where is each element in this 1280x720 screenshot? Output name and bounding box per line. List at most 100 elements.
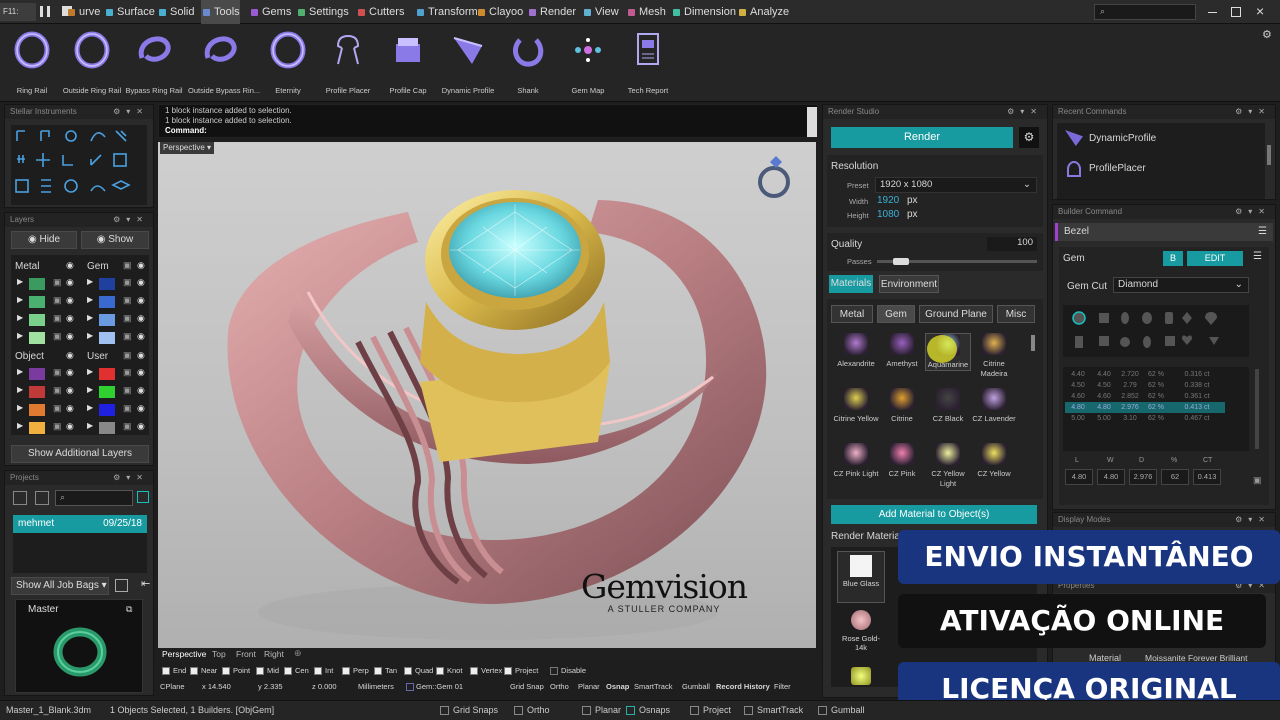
mode-toggle-smarttrack[interactable]: SmartTrack xyxy=(634,682,672,691)
tool-shank[interactable]: Shank xyxy=(496,28,560,100)
gem-material-cz-yellow[interactable]: CZ Yellow xyxy=(971,443,1017,479)
tool-profile-placer[interactable]: Profile Placer xyxy=(316,28,380,100)
list-view-icon[interactable] xyxy=(35,491,49,505)
menu-item-tools[interactable]: Tools xyxy=(201,0,240,24)
layer-color-swatch[interactable] xyxy=(29,404,45,416)
eye-icon[interactable]: ◉ xyxy=(137,350,145,361)
height-value[interactable]: 1080 xyxy=(877,209,899,220)
eye-icon[interactable]: ◉ xyxy=(137,403,145,414)
lock-icon[interactable]: ▣ xyxy=(123,367,132,378)
recent-scrollbar[interactable] xyxy=(1267,145,1271,165)
gem-material-cz-lavender[interactable]: CZ Lavender xyxy=(971,388,1017,424)
lock-icon[interactable]: ▣ xyxy=(123,277,132,288)
osnap-checkbox[interactable] xyxy=(550,667,558,675)
tool-icons-svg[interactable] xyxy=(11,125,147,205)
osnap-checkbox[interactable] xyxy=(374,667,382,675)
job-bag-add-icon[interactable] xyxy=(115,579,128,592)
layer-color-swatch[interactable] xyxy=(99,386,115,398)
table-row[interactable]: 4.50 4.50 2.79 62 % 0.338 ct xyxy=(1065,380,1225,391)
expand-arrow-icon[interactable]: ▶ xyxy=(17,367,23,376)
menu-item-transform[interactable]: Transform xyxy=(415,0,478,24)
menu-item-render[interactable]: Render xyxy=(527,0,576,24)
status-toggle-checkbox[interactable] xyxy=(690,706,699,715)
eye-icon[interactable]: ◉ xyxy=(137,277,145,288)
material-blue-glass[interactable]: Blue Glass xyxy=(837,551,885,603)
menu-icon[interactable]: ☰ xyxy=(1258,223,1267,241)
command-prompt[interactable]: Command: xyxy=(165,126,207,135)
recent-command-item[interactable]: DynamicProfile xyxy=(1089,133,1156,144)
show-additional-layers-button[interactable]: Show Additional Layers xyxy=(11,445,149,463)
menu-item-surface[interactable]: Surface xyxy=(104,0,155,24)
expand-arrow-icon[interactable]: ▶ xyxy=(87,421,93,430)
lock-icon[interactable]: ▣ xyxy=(123,295,132,306)
pause-icon[interactable] xyxy=(40,6,50,17)
b-button[interactable]: B xyxy=(1163,251,1183,266)
status-toggle-checkbox[interactable] xyxy=(626,706,635,715)
new-project-icon[interactable] xyxy=(137,491,149,503)
gem-material-cz-black[interactable]: CZ Black xyxy=(925,388,971,424)
eye-icon[interactable]: ◉ xyxy=(137,421,145,432)
lock-icon[interactable]: ▣ xyxy=(53,277,62,288)
maximize-icon[interactable] xyxy=(1231,7,1241,17)
osnap-checkbox[interactable] xyxy=(342,667,350,675)
mode-toggle-planar[interactable]: Planar xyxy=(578,682,600,691)
expand-arrow-icon[interactable]: ▶ xyxy=(17,313,23,322)
layer-color-swatch[interactable] xyxy=(99,404,115,416)
lock-icon[interactable]: ▣ xyxy=(53,367,62,378)
project-row[interactable]: mehmet 09/25/18 xyxy=(13,515,147,533)
layer-color-swatch[interactable] xyxy=(99,278,115,290)
subtab-gem[interactable]: Gem xyxy=(877,305,915,323)
expand-arrow-icon[interactable]: ▶ xyxy=(87,313,93,322)
eye-icon[interactable]: ◉ xyxy=(66,277,74,288)
gem-material-cz-yellow-light[interactable]: CZ Yellow Light xyxy=(925,443,971,489)
menu-search-input[interactable]: ⌕ xyxy=(1094,4,1196,20)
gem-material-amethyst[interactable]: Amethyst xyxy=(879,333,925,369)
expand-arrow-icon[interactable]: ▶ xyxy=(17,277,23,286)
eye-icon[interactable]: ◉ xyxy=(66,260,74,271)
layer-color-swatch[interactable] xyxy=(29,278,45,290)
status-toggle-project[interactable]: Project xyxy=(703,705,731,715)
osnap-checkbox[interactable] xyxy=(470,667,478,675)
gem-shape-grid[interactable] xyxy=(1063,305,1249,357)
subtab-misc[interactable]: Misc xyxy=(997,305,1035,323)
gem-shape-icons[interactable] xyxy=(1063,305,1249,357)
mode-toggle-record-history[interactable]: Record History xyxy=(716,682,770,691)
menu-item-settings[interactable]: Settings xyxy=(296,0,349,24)
viewport-tab-front[interactable]: Front xyxy=(236,649,256,659)
expand-arrow-icon[interactable]: ▶ xyxy=(17,385,23,394)
gem-material-citrine[interactable]: Citrine xyxy=(879,388,925,424)
dimension-input[interactable]: 4.80 xyxy=(1097,469,1125,485)
osnap-checkbox[interactable] xyxy=(256,667,264,675)
toolbar-settings-icon[interactable]: ⚙ xyxy=(1262,28,1272,41)
layer-color-swatch[interactable] xyxy=(99,314,115,326)
add-material-button[interactable]: Add Material to Object(s) xyxy=(831,505,1037,524)
expand-arrow-icon[interactable]: ▶ xyxy=(17,295,23,304)
mode-toggle-ortho[interactable]: Ortho xyxy=(550,682,569,691)
minimize-icon[interactable] xyxy=(1208,12,1217,13)
gem-material-cz-pink[interactable]: CZ Pink xyxy=(879,443,925,479)
preset-dropdown[interactable]: 1920 x 1080 ⌄ xyxy=(875,177,1037,193)
passes-slider-handle[interactable] xyxy=(893,258,909,265)
render-button[interactable]: Render xyxy=(831,127,1013,148)
eye-icon[interactable]: ◉ xyxy=(137,313,145,324)
job-bag-back-icon[interactable]: ⇤ xyxy=(141,577,150,590)
status-toggle-ortho[interactable]: Ortho xyxy=(527,705,550,715)
lock-icon[interactable]: ▣ xyxy=(53,313,62,324)
layer-color-swatch[interactable] xyxy=(99,368,115,380)
expand-arrow-icon[interactable]: ▶ xyxy=(87,331,93,340)
stop-button[interactable]: F11: Stop xyxy=(0,3,36,34)
eye-icon[interactable]: ◉ xyxy=(66,331,74,342)
ring-view-icon[interactable] xyxy=(758,156,790,198)
close-icon[interactable]: × xyxy=(1256,3,1264,19)
eye-icon[interactable]: ◉ xyxy=(66,421,74,432)
project-search-input[interactable]: ⌕ xyxy=(55,490,133,506)
layer-color-swatch[interactable] xyxy=(99,332,115,344)
gem-size-table[interactable]: 4.40 4.40 2.720 62 % 0.316 ct 4.50 4.50 2.79 62 … xyxy=(1063,367,1249,451)
eye-icon[interactable]: ◉ xyxy=(137,331,145,342)
expand-arrow-icon[interactable]: ▶ xyxy=(17,403,23,412)
current-layer[interactable]: Gem::Gem 01 xyxy=(416,682,463,691)
lock-icon[interactable]: ▣ xyxy=(123,260,132,271)
osnap-checkbox[interactable] xyxy=(436,667,444,675)
layer-color-swatch[interactable] xyxy=(99,296,115,308)
job-bags-dropdown[interactable]: Show All Job Bags ▾ xyxy=(11,577,109,595)
